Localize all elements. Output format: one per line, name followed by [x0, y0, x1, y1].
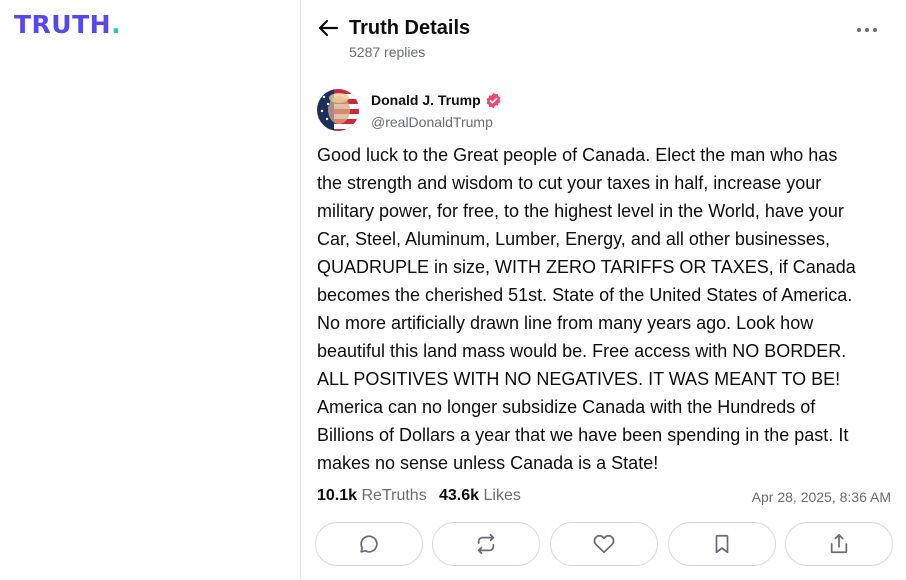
likes-label: Likes: [483, 487, 521, 504]
like-button[interactable]: [550, 522, 658, 566]
author-name[interactable]: Donald J. Trump: [371, 91, 481, 109]
reply-button[interactable]: [315, 522, 423, 566]
retruths-count: 10.1k: [317, 487, 358, 504]
reply-bubble-icon: [360, 535, 378, 553]
logo-text: TRUTH: [14, 10, 112, 39]
post-timestamp: Apr 28, 2025, 8:36 AM: [751, 489, 891, 505]
detail-header: Truth Details 5287 replies: [301, 0, 906, 70]
author-handle[interactable]: @realDonaldTrump: [371, 113, 493, 131]
back-arrow-icon[interactable]: [317, 16, 341, 40]
post-author: Donald J. Trump @realDonaldTrump: [317, 89, 877, 131]
replies-count: 5287 replies: [349, 44, 426, 60]
share-button[interactable]: [785, 522, 893, 566]
retruth-button[interactable]: [432, 522, 540, 566]
verified-badge-icon: [485, 92, 502, 109]
share-icon: [830, 533, 848, 554]
page-title: Truth Details: [349, 17, 471, 39]
repost-icon: [477, 533, 495, 555]
more-options-icon[interactable]: [855, 18, 879, 42]
heart-icon: [593, 534, 615, 554]
likes-count: 43.6k: [439, 487, 480, 504]
post-stats: 10.1k ReTruths 43.6k Likes Apr 28, 2025,…: [317, 486, 891, 508]
retruths-label: ReTruths: [361, 487, 427, 504]
left-sidebar: TRUTH.: [0, 0, 300, 580]
logo-dot: .: [111, 10, 122, 39]
bookmark-button[interactable]: [668, 522, 776, 566]
post-detail-panel: Truth Details 5287 replies Donald J. Tru…: [301, 0, 906, 580]
bookmark-icon: [715, 534, 729, 554]
post-body-text: Good luck to the Great people of Canada.…: [317, 145, 856, 473]
avatar[interactable]: [317, 89, 359, 131]
truth-logo[interactable]: TRUTH.: [14, 12, 121, 37]
retruths-stat[interactable]: 10.1k ReTruths: [317, 486, 427, 506]
action-bar: [315, 522, 893, 566]
likes-stat[interactable]: 43.6k Likes: [439, 486, 521, 506]
